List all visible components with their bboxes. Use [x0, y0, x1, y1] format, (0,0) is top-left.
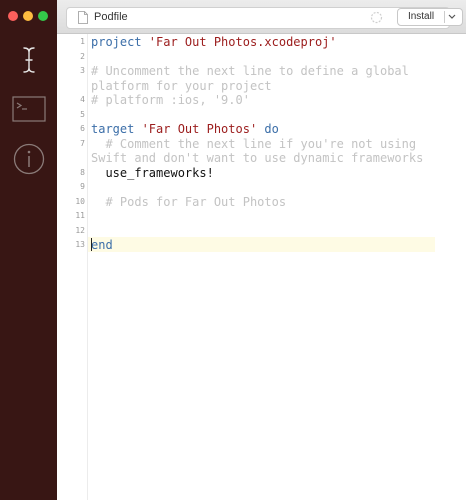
code-token: # Pods for Far Out Photos [91, 194, 287, 209]
code-line: 7 # Comment the next line if you're not … [57, 137, 466, 152]
code-line: 5 [57, 108, 466, 123]
code-token: Swift and don't want to use dynamic fram… [91, 151, 424, 165]
code-token: # Comment the next line if you're not us… [91, 136, 417, 151]
line-number: 6 [80, 124, 85, 133]
document-icon [78, 11, 88, 24]
code-line: 11 [57, 209, 466, 224]
minimize-window-button[interactable] [23, 11, 33, 21]
install-button-label: Install [407, 11, 435, 22]
line-number: 7 [80, 138, 85, 148]
line-number: 13 [75, 240, 85, 249]
install-button[interactable]: Install [397, 8, 463, 26]
code-text: Swift and don't want to use dynamic fram… [91, 151, 423, 166]
code-token: # platform :ios, '9.0' [91, 93, 250, 107]
code-text: # Pods for Far Out Photos [91, 195, 286, 210]
code-text: project 'Far Out Photos.xcodeproj' [91, 35, 337, 50]
code-line: 13 end [57, 238, 466, 253]
code-token: use_frameworks! [91, 165, 214, 180]
code-text: platform for your project [91, 79, 272, 94]
code-token: target [91, 122, 142, 136]
code-line: 1 project 'Far Out Photos.xcodeproj' [57, 35, 466, 50]
line-number: 11 [75, 211, 85, 220]
info-icon[interactable] [0, 143, 57, 175]
code-token: project [91, 35, 149, 49]
install-button-divider [444, 11, 445, 23]
code-editor[interactable]: 1 project 'Far Out Photos.xcodeproj' 2 3 # U… [57, 34, 466, 500]
line-number: 5 [80, 109, 85, 119]
line-number: 2 [80, 51, 85, 61]
code-text: target 'Far Out Photos' do [91, 122, 279, 137]
code-token: do [257, 122, 279, 136]
code-token: 'Far Out Photos' [141, 122, 258, 136]
document-title-bar: Podfile [66, 7, 450, 29]
code-line: 6 target 'Far Out Photos' do [57, 122, 466, 137]
code-line: 10 # Pods for Far Out Photos [57, 195, 466, 210]
line-number: 1 [80, 37, 85, 46]
close-window-button[interactable] [8, 11, 18, 21]
code-token: # Uncomment the next line to define a gl… [91, 64, 409, 78]
text-caret [91, 238, 92, 251]
sidebar [0, 0, 57, 500]
code-token: 'Far Out Photos.xcodeproj' [148, 35, 337, 49]
terminal-icon[interactable] [0, 96, 57, 122]
code-line: Swift and don't want to use dynamic fram… [57, 151, 466, 166]
line-number: 3 [80, 66, 85, 75]
code-line: 9 [57, 180, 466, 195]
code-line: 4 # platform :ios, '9.0' [57, 93, 466, 108]
code-text: # Comment the next line if you're not us… [91, 137, 416, 152]
code-line: platform for your project [57, 79, 466, 94]
code-text: end [91, 238, 113, 253]
line-number: 9 [80, 182, 85, 191]
code-line: 8 use_frameworks! [57, 166, 466, 181]
line-number: 12 [75, 225, 85, 235]
code-line: 12 [57, 224, 466, 239]
line-number: 10 [75, 196, 85, 206]
toolbar: Podfile Install [57, 0, 466, 34]
code-line: 2 [57, 50, 466, 65]
code-token: platform for your project [91, 78, 272, 93]
code-line: 3 # Uncomment the next line to define a g… [57, 64, 466, 79]
code-text: use_frameworks! [91, 165, 214, 181]
window-title: Podfile [94, 11, 128, 23]
code-text: # Uncomment the next line to define a gl… [91, 64, 409, 79]
line-number: 8 [80, 167, 85, 177]
code-token: end [91, 238, 113, 252]
code-text: # platform :ios, '9.0' [91, 93, 250, 108]
text-cursor-icon[interactable] [0, 47, 57, 73]
progress-spinner-icon [370, 11, 383, 24]
line-number: 4 [80, 95, 85, 104]
zoom-window-button[interactable] [38, 11, 48, 21]
chevron-down-icon[interactable] [448, 14, 456, 20]
